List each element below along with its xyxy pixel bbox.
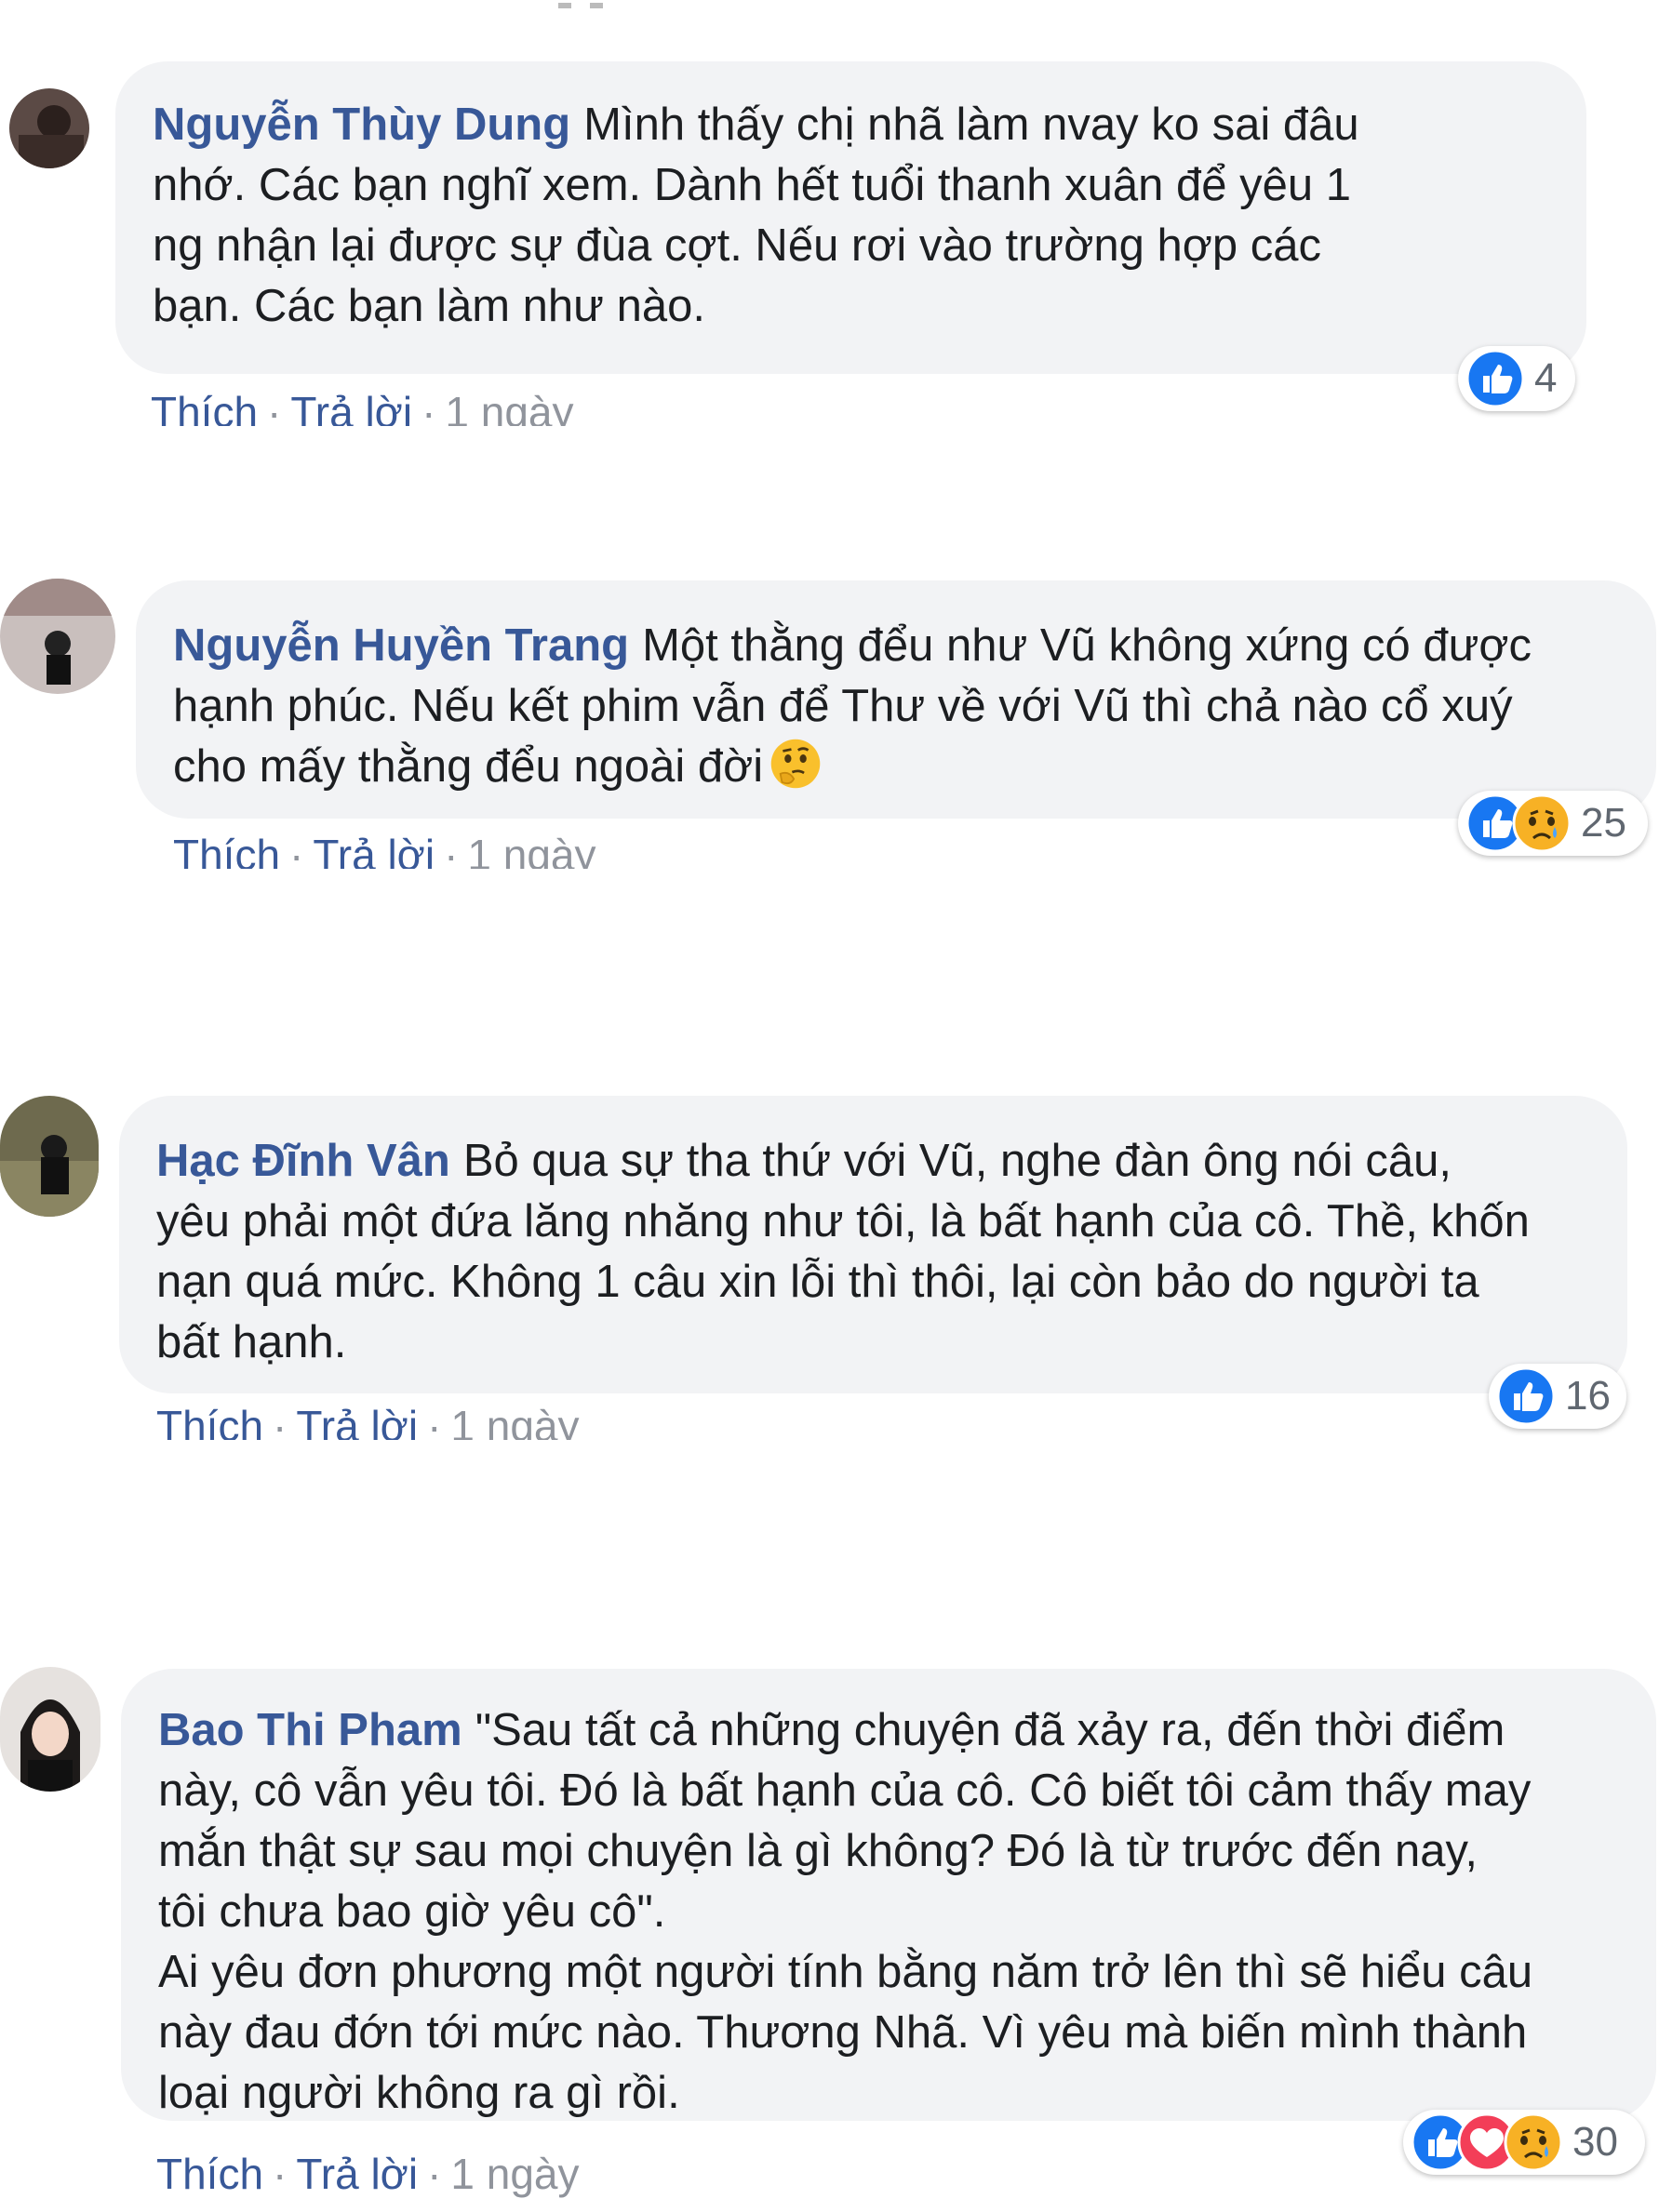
like-link[interactable]: Thích xyxy=(151,388,258,426)
comment-text: yêu phải một đứa lăng nhăng như tôi, là … xyxy=(156,1196,1530,1246)
comment-text: bất hạnh. xyxy=(156,1317,347,1367)
comment-bubble: Bao Thi Pham "Sau tất cả những chuyện đã … xyxy=(121,1669,1656,2121)
avatar[interactable] xyxy=(0,1667,100,1792)
comment-text: mắn thật sự sau mọi chuyện là gì không? … xyxy=(158,1826,1478,1876)
comment-text: hạnh phúc. Nếu kết phim vẫn để Thư về vớ… xyxy=(173,681,1513,731)
sad-icon xyxy=(1504,2112,1563,2172)
comment-author-link[interactable]: Nguyễn Huyền Trang xyxy=(173,620,629,671)
sad-icon xyxy=(1512,793,1572,853)
comment-text: nhớ. Các bạn nghĩ xem. Dành hết tuổi tha… xyxy=(153,160,1351,210)
comment-actions: Thích · Trả lời · 1 ngày xyxy=(156,1401,580,1440)
reply-link[interactable]: Trả lời xyxy=(290,388,412,426)
avatar[interactable] xyxy=(0,1096,99,1217)
timestamp[interactable]: 1 ngày xyxy=(467,831,595,869)
like-link[interactable]: Thích xyxy=(156,2150,263,2198)
comment-author-link[interactable]: Nguyễn Thùy Dung xyxy=(153,100,570,150)
thinking-face-icon xyxy=(769,737,823,791)
timestamp[interactable]: 1 ngày xyxy=(450,2150,579,2198)
reply-link[interactable]: Trả lời xyxy=(313,831,435,869)
reaction-count: 25 xyxy=(1581,800,1626,846)
comment-text: cho mấy thằng đểu ngoài đời xyxy=(173,741,764,792)
comment-author-link[interactable]: Bao Thi Pham xyxy=(158,1705,462,1755)
reaction-summary[interactable]: 16 xyxy=(1489,1364,1626,1429)
top-cropped-text xyxy=(549,0,623,9)
reaction-summary[interactable]: 4 xyxy=(1458,346,1575,411)
comment-text: Một thằng đểu như Vũ không xứng có được xyxy=(642,620,1532,671)
avatar[interactable] xyxy=(0,579,115,694)
timestamp[interactable]: 1 ngày xyxy=(445,388,573,426)
like-link[interactable]: Thích xyxy=(173,831,280,869)
like-icon xyxy=(1465,349,1525,408)
comment-text: bạn. Các bạn làm như nào. xyxy=(153,281,705,331)
comment-text: "Sau tất cả những chuyện đã xảy ra, đến … xyxy=(475,1705,1505,1755)
comment-text: Mình thấy chị nhã làm nvay ko sai đâu xyxy=(583,100,1359,150)
comment-actions: Thích · Trả lời · 1 ngày xyxy=(173,830,596,869)
like-link[interactable]: Thích xyxy=(156,1402,263,1440)
comment-text: nạn quá mức. Không 1 câu xin lỗi thì thô… xyxy=(156,1257,1479,1307)
reaction-count: 16 xyxy=(1565,1373,1611,1419)
comment-author-link[interactable]: Hạc Đĩnh Vân xyxy=(156,1136,450,1186)
reply-link[interactable]: Trả lời xyxy=(296,2150,418,2198)
comment-bubble: Nguyễn Thùy Dung Mình thấy chị nhã làm nv… xyxy=(115,61,1586,374)
avatar[interactable] xyxy=(9,88,89,168)
comment-text: Ai yêu đơn phương một người tính bằng nă… xyxy=(158,1947,1533,1997)
reply-link[interactable]: Trả lời xyxy=(296,1402,418,1440)
reaction-summary[interactable]: 30 xyxy=(1403,2110,1645,2175)
comment-text: này đau đớn tới mức nào. Thương Nhã. Vì … xyxy=(158,2007,1528,2058)
comment-bubble: Nguyễn Huyền Trang Một thằng đểu như Vũ k… xyxy=(136,580,1656,819)
like-icon xyxy=(1496,1366,1556,1426)
comment-bubble: Hạc Đĩnh Vân Bỏ qua sự tha thứ với Vũ, ng… xyxy=(119,1096,1627,1393)
reaction-count: 4 xyxy=(1534,355,1558,401)
timestamp[interactable]: 1 ngày xyxy=(450,1402,579,1440)
comment-actions: Thích · Trả lời · 1 ngày xyxy=(151,387,574,426)
comment-text: này, cô vẫn yêu tôi. Đó là bất hạnh của … xyxy=(158,1766,1532,1816)
comment-text: ng nhận lại được sự đùa cợt. Nếu rơi vào… xyxy=(153,220,1321,271)
reaction-count: 30 xyxy=(1572,2119,1618,2165)
comment-text: loại người không ra gì rồi. xyxy=(158,2068,680,2118)
comment-actions: Thích · Trả lời · 1 ngày xyxy=(156,2150,580,2198)
comment-text: Bỏ qua sự tha thứ với Vũ, nghe đàn ông n… xyxy=(462,1136,1452,1186)
reaction-summary[interactable]: 25 xyxy=(1458,791,1648,856)
comment-text: tôi chưa bao giờ yêu cô". xyxy=(158,1886,666,1937)
